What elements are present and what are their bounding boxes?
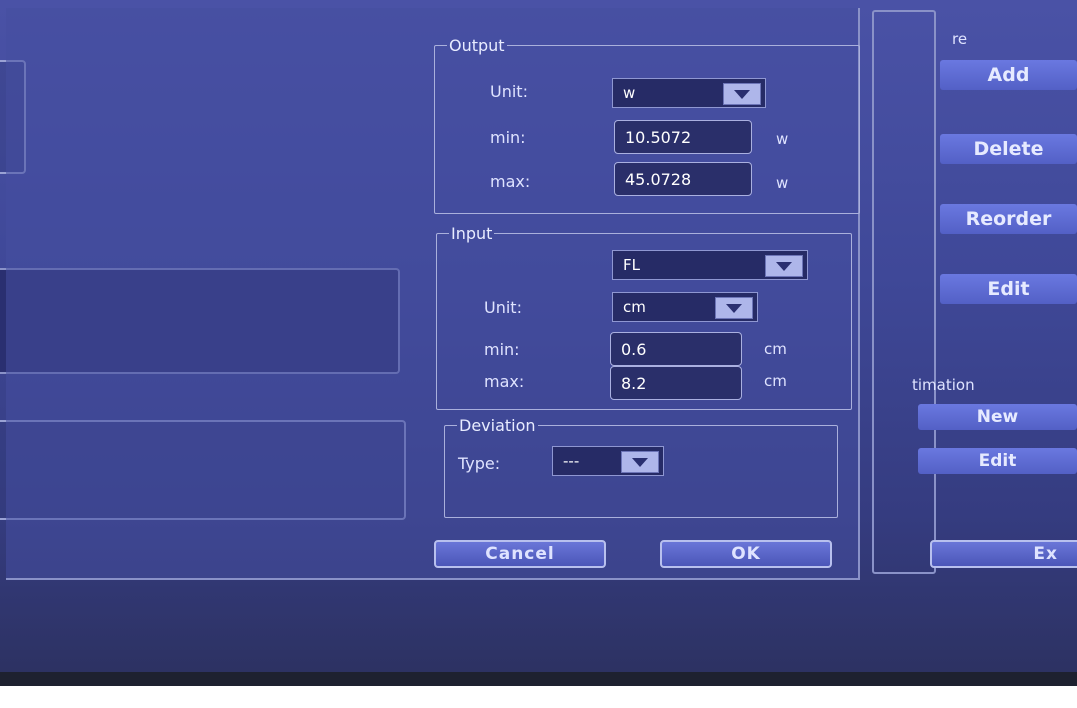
output-unit-select[interactable]: w [612, 78, 766, 108]
chevron-down-icon[interactable] [723, 83, 761, 105]
deviation-type-label: Type: [458, 454, 501, 473]
input-unit-label: Unit: [484, 298, 522, 317]
exit-button[interactable]: Ex [930, 540, 1077, 568]
ok-button[interactable]: OK [660, 540, 832, 568]
cancel-button[interactable]: Cancel [434, 540, 606, 568]
output-legend: Output [449, 36, 505, 55]
bottom-strip [0, 672, 1077, 686]
output-min-label: min: [490, 128, 526, 147]
edit-estimation-button[interactable]: Edit [918, 448, 1077, 474]
input-legend: Input [451, 224, 493, 243]
delete-button[interactable]: Delete [940, 134, 1077, 164]
input-min-label: min: [484, 340, 520, 359]
chevron-down-icon[interactable] [621, 451, 659, 473]
edit-button[interactable]: Edit [940, 274, 1077, 304]
sidebar-top-label: re [952, 30, 968, 48]
deviation-type-value: --- [563, 452, 580, 470]
mouse-cursor-icon [297, 684, 321, 708]
output-min-unit: w [776, 130, 789, 148]
deviation-type-select[interactable]: --- [552, 446, 664, 476]
right-frame [872, 10, 936, 574]
output-min-field[interactable]: 10.5072 [614, 120, 752, 154]
sidebar-estimation-label: timation [912, 376, 975, 394]
input-measure-select[interactable]: FL [612, 250, 808, 280]
input-min-field[interactable]: 0.6 [610, 332, 742, 366]
output-unit-value: w [623, 84, 636, 102]
screen: Output Unit: w min: 10.5072 w max: 45.07… [0, 0, 1077, 686]
output-max-field[interactable]: 45.0728 [614, 162, 752, 196]
output-unit-label: Unit: [490, 82, 528, 101]
add-button[interactable]: Add [940, 60, 1077, 90]
chevron-down-icon[interactable] [715, 297, 753, 319]
output-max-label: max: [490, 172, 531, 191]
new-button[interactable]: New [918, 404, 1077, 430]
input-max-unit: cm [764, 372, 787, 390]
input-min-unit: cm [764, 340, 787, 358]
deviation-legend: Deviation [459, 416, 536, 435]
input-unit-value: cm [623, 298, 646, 316]
input-max-field[interactable]: 8.2 [610, 366, 742, 400]
input-max-label: max: [484, 372, 525, 391]
output-max-unit: w [776, 174, 789, 192]
reorder-button[interactable]: Reorder [940, 204, 1077, 234]
input-measure-value: FL [623, 256, 640, 274]
input-unit-select[interactable]: cm [612, 292, 758, 322]
chevron-down-icon[interactable] [765, 255, 803, 277]
